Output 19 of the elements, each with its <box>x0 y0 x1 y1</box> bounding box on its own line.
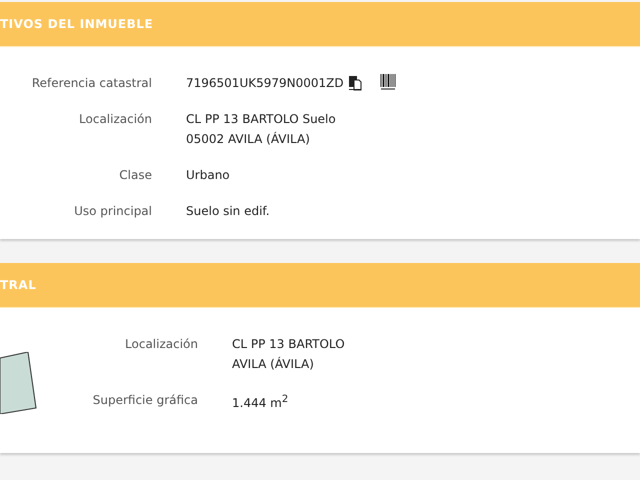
field-value: Urbano <box>186 167 230 184</box>
field-label: Uso principal <box>73 203 152 220</box>
field-value: AVILA (ÁVILA) <box>232 356 315 373</box>
barcode-icon[interactable] <box>380 73 396 91</box>
section-title: TRAL <box>0 278 36 292</box>
field-label: Localización <box>78 111 152 128</box>
copy-icon[interactable] <box>348 75 362 91</box>
field-value: CL PP 13 BARTOLO Suelo <box>186 111 336 128</box>
field-label: Superficie gráfica <box>92 392 198 409</box>
field-label: Referencia catastral <box>30 75 152 92</box>
field-value: 1.444 m$^{2}$ <box>232 393 288 412</box>
field-label: Localización <box>124 336 198 353</box>
field-label: Clase <box>118 167 152 184</box>
field-value: 7196501UK5979N0001ZD <box>186 75 344 92</box>
field-value: CL PP 13 BARTOLO <box>232 336 345 353</box>
field-value: 05002 AVILA (ÁVILA) <box>186 130 311 148</box>
parcel-shape <box>0 352 37 414</box>
section-title: TIVOS DEL INMUEBLE <box>0 17 154 31</box>
field-value: Suelo sin edif. <box>186 203 270 220</box>
